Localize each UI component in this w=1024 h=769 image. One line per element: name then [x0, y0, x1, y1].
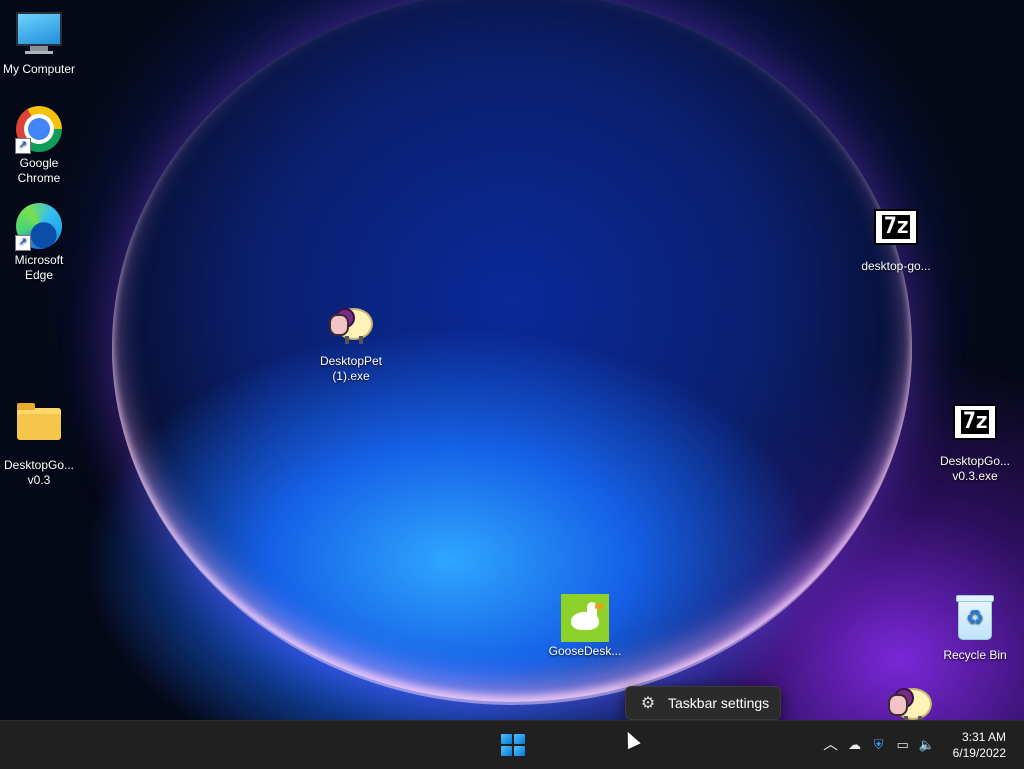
security-warning-icon[interactable]: ⛨ — [868, 734, 890, 756]
7zip-archive-icon: 7z — [872, 209, 920, 257]
desktop-icon-desktop-goose-7z[interactable]: 7z desktop-go... — [857, 203, 935, 274]
sheep-icon — [327, 304, 375, 352]
taskbar-context-menu: ⚙ Taskbar settings — [625, 686, 781, 720]
onedrive-icon[interactable]: ☁ — [844, 734, 866, 756]
desktop-icon-label: Microsoft Edge — [14, 253, 64, 282]
desktop-icon-label: Recycle Bin — [943, 648, 1007, 662]
7zip-archive-icon: 7z — [951, 404, 999, 452]
desktop-icon-microsoft-edge[interactable]: ↗ Microsoft Edge — [0, 202, 78, 283]
shortcut-arrow-icon: ↗ — [15, 138, 31, 154]
desktop-icon-label: My Computer — [2, 62, 76, 76]
clock-date: 6/19/2022 — [952, 746, 1006, 760]
desktop-icon-google-chrome[interactable]: ↗ Google Chrome — [0, 105, 78, 186]
desktop-icon-recycle-bin[interactable]: ♻ Recycle Bin — [936, 594, 1014, 663]
clock[interactable]: 3:31 AM 6/19/2022 — [939, 729, 1024, 761]
network-icon[interactable]: ▭ — [892, 734, 914, 756]
desktop-icon-goosedesktop[interactable]: GooseDesk... — [546, 594, 624, 659]
desktop-icon-my-computer[interactable]: My Computer — [0, 8, 78, 77]
goose-icon — [561, 594, 609, 642]
computer-icon — [15, 12, 63, 60]
edge-icon: ↗ — [15, 203, 63, 251]
taskbar: ︿ ☁ ⛨ ▭ 🔈 3:31 AM 6/19/2022 — [0, 720, 1024, 769]
desktop-icon-desktopgoose-exe[interactable]: 7z DesktopGo... v0.3.exe — [936, 398, 1014, 484]
desktop-icon-desktoppet-exe[interactable]: DesktopPet (1).exe — [312, 300, 390, 384]
wallpaper-bloom — [112, 0, 912, 705]
shortcut-arrow-icon: ↗ — [15, 235, 31, 251]
desktop-icon-label: GooseDesk... — [548, 644, 622, 658]
taskbar-settings-menu-item[interactable]: Taskbar settings — [668, 695, 769, 711]
desktop-pet-sheep-sprite[interactable] — [888, 680, 932, 724]
folder-icon — [15, 403, 63, 456]
desktop-icon-desktopgoose-folder[interactable]: DesktopGo... v0.3 — [0, 398, 78, 488]
windows-start-icon[interactable] — [496, 729, 528, 761]
recycle-bin-icon: ♻ — [951, 595, 999, 646]
show-hidden-icons-chevron-icon[interactable]: ︿ — [820, 734, 842, 756]
desktop-icon-label: desktop-go... — [861, 259, 931, 273]
desktop-icon-label: Google Chrome — [17, 156, 61, 185]
chrome-icon: ↗ — [15, 106, 63, 154]
desktop-icon-label: DesktopPet (1).exe — [319, 354, 383, 383]
clock-time: 3:31 AM — [961, 730, 1006, 744]
system-tray: ︿ ☁ ⛨ ▭ 🔈 3:31 AM 6/19/2022 — [819, 721, 1024, 769]
volume-icon[interactable]: 🔈 — [916, 734, 938, 756]
desktop-icon-label: DesktopGo... v0.3 — [3, 458, 75, 487]
gear-icon: ⚙ — [640, 695, 656, 712]
desktop-icon-label: DesktopGo... v0.3.exe — [939, 454, 1011, 483]
